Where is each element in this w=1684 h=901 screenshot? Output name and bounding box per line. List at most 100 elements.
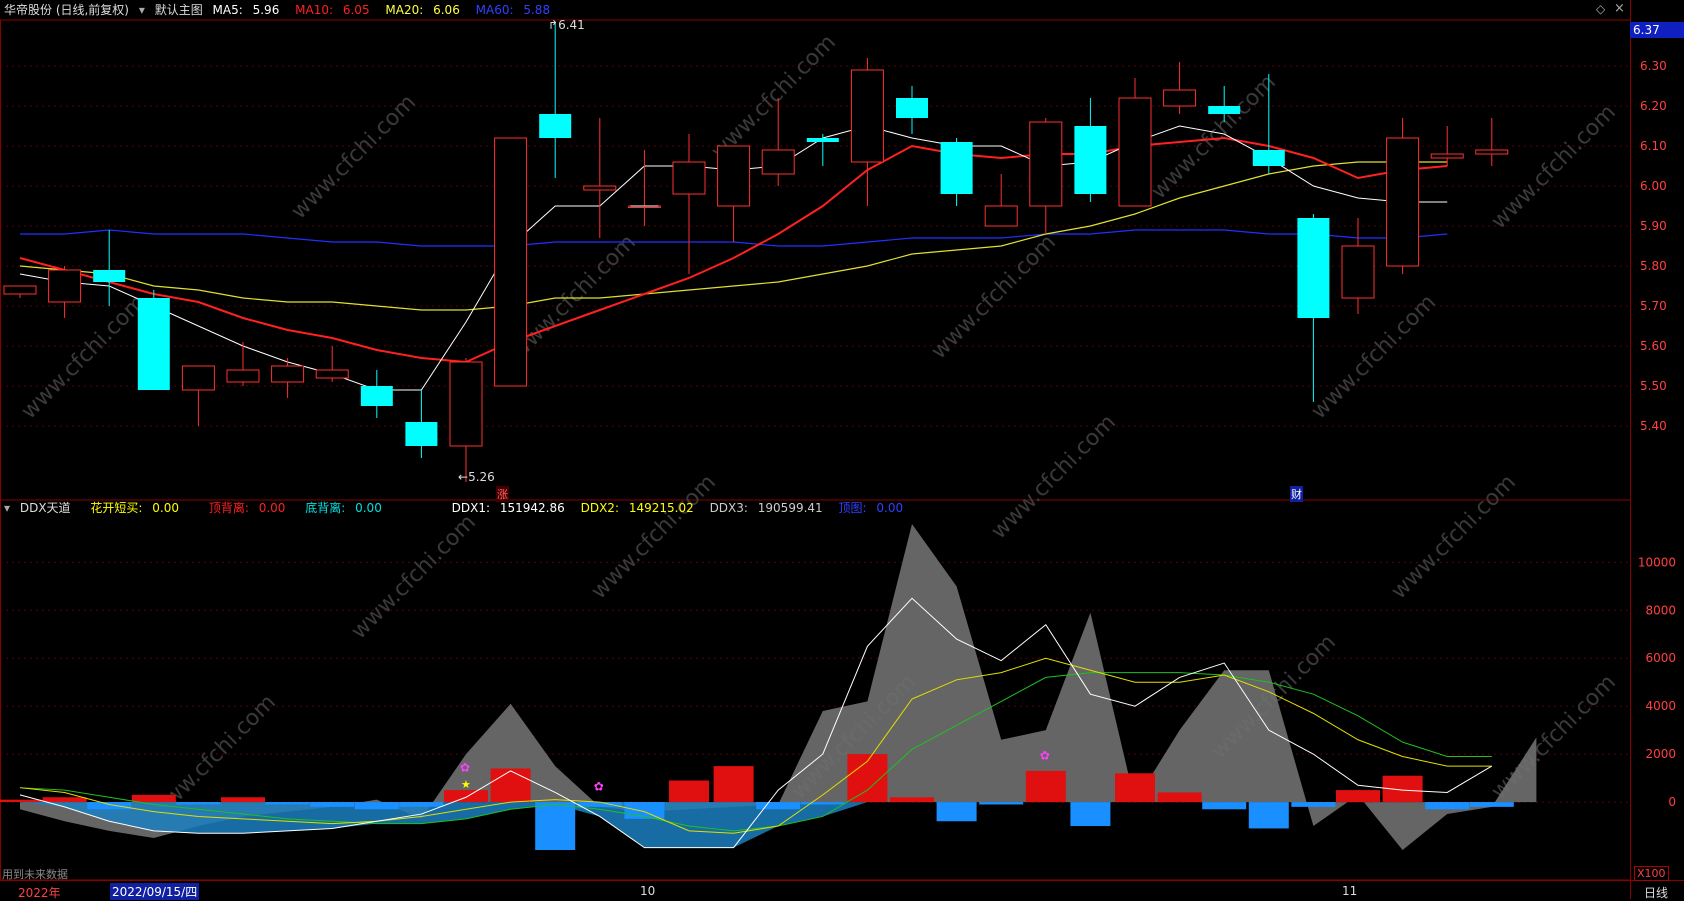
ddx1-legend: DDX1: 151942.86	[451, 501, 565, 515]
flower-marker: ✿	[594, 779, 604, 793]
ddx-negative-bar	[1248, 802, 1289, 829]
price-tick-label: 6.00	[1640, 179, 1667, 193]
ddx-positive-bar	[669, 780, 709, 803]
diamond-icon[interactable]: ◇	[1596, 2, 1605, 16]
chart-canvas[interactable]: 6.30 6.20 6.10 6.00 5.90 5.80 5.70 5.60 5.50 5.40…	[0, 0, 1684, 899]
candle-body-down	[539, 114, 572, 138]
top-divergence-legend: 顶背离: 0.00	[208, 501, 286, 515]
star-marker: ★	[461, 778, 471, 791]
ddx-positive-bar	[221, 797, 265, 803]
candle-body-down	[806, 138, 839, 142]
ddx-positive-bar	[1157, 792, 1202, 803]
low-price-annotation: ←5.26	[458, 470, 495, 484]
ddx-tick-label: 0	[1668, 795, 1676, 809]
ddx-positive-bar	[0, 799, 42, 803]
stock-title: 华帝股份 (日线,前复权)	[4, 3, 129, 17]
candle-body-down	[360, 386, 393, 406]
candle-body-up	[494, 137, 528, 387]
watermark-text: www.cfchi.com	[347, 510, 481, 644]
watermark-text: www.cfchi.com	[1387, 470, 1521, 604]
limit-up-tag[interactable]: 涨	[496, 486, 509, 502]
price-tick-label: 5.50	[1640, 379, 1667, 393]
flower-buy-legend: 花开短买: 0.00	[90, 501, 179, 515]
indicator-name[interactable]: DDX天道	[20, 501, 71, 515]
price-tick-label: 5.60	[1640, 339, 1667, 353]
watermark-text: www.cfchi.com	[587, 470, 721, 604]
candle-body-up	[271, 365, 305, 383]
candle-body-up	[1386, 137, 1420, 267]
ddx-negative-bar	[800, 802, 845, 805]
price-tick-label: 5.40	[1640, 419, 1667, 433]
ddx-negative-bar	[87, 802, 132, 810]
top-chart-legend: 顶图: 0.00	[838, 501, 904, 515]
future-data-note: 用到未来数据	[2, 868, 68, 881]
candle-body-down	[137, 298, 170, 390]
ddx-negative-bar	[936, 802, 977, 822]
high-price-annotation: ↱6.41	[548, 18, 585, 32]
ddx-negative-bar	[265, 802, 310, 805]
chart-selector-icon[interactable]: ▾	[139, 3, 145, 17]
candle-body-up	[3, 285, 37, 295]
watermark-text: www.cfchi.com	[287, 90, 421, 224]
price-tick-label: 6.30	[1640, 59, 1667, 73]
ddx-negative-bar	[1425, 802, 1470, 810]
candle-body-up	[226, 369, 260, 383]
main-chart-header: 华帝股份 (日线,前复权) ▾ 默认主图 MA5: 5.96 MA10: 6.0…	[0, 0, 562, 20]
period-label[interactable]: 日线	[1644, 884, 1668, 901]
ddx-negative-bar	[310, 802, 355, 807]
ddx-negative-bar	[1291, 802, 1336, 807]
ddx-negative-bar	[1070, 802, 1111, 827]
indicator-selector-icon[interactable]: ▾	[4, 501, 10, 515]
flower-marker: ✿	[1040, 748, 1050, 762]
scale-x100-label: X100	[1634, 866, 1669, 881]
current-price-label: 6.37	[1630, 22, 1684, 38]
ddx-negative-bar	[399, 802, 444, 807]
ddx-tick-label: 6000	[1645, 651, 1676, 665]
ddx-positive-bar	[890, 797, 934, 803]
ddx-tick-label: 2000	[1645, 747, 1676, 761]
ddx-positive-bar	[1115, 773, 1155, 803]
price-tick-label: 5.90	[1640, 219, 1667, 233]
candle-body-down	[1252, 150, 1285, 166]
main-chart-label[interactable]: 默认主图	[155, 3, 203, 17]
candle-body-up	[449, 361, 483, 447]
candle-body-down	[940, 142, 973, 194]
candle-body-up	[672, 161, 706, 195]
candle-body-down	[405, 422, 438, 446]
ma5-legend: MA5: 5.96	[212, 3, 280, 17]
ma10-legend: MA10: 6.05	[295, 3, 370, 17]
candle-body-down	[1297, 218, 1330, 318]
ma20-legend: MA20: 6.06	[385, 3, 460, 17]
main-chart-frame	[0, 19, 1631, 501]
ddx-negative-bar	[176, 802, 221, 805]
candle-body-up	[583, 185, 617, 191]
candle-body-up	[181, 365, 215, 391]
month-10-label: 10	[640, 884, 656, 898]
candle-body-up	[984, 205, 1018, 227]
indicator-header: ▾ DDX天道 花开短买: 0.00 顶背离: 0.00 底背离: 0.00 D…	[0, 498, 915, 518]
candle-body-up	[1430, 153, 1464, 159]
cursor-date-label: 2022/09/15/四	[110, 883, 200, 900]
candle-body-up	[761, 149, 795, 175]
price-tick-label: 5.80	[1640, 259, 1667, 273]
ddx2-legend: DDX2: 149215.02	[580, 501, 694, 515]
ddx-negative-bar	[1469, 802, 1514, 807]
price-tick-label: 5.70	[1640, 299, 1667, 313]
flower-marker: ✿	[460, 760, 470, 774]
ddx-tick-label: 8000	[1645, 603, 1676, 617]
ddx-tick-label: 10000	[1638, 555, 1676, 569]
candle-body-down	[1208, 106, 1241, 114]
candle-body-up	[1341, 245, 1375, 299]
watermark-text: www.cfchi.com	[987, 410, 1121, 544]
close-icon[interactable]: ×	[1614, 1, 1625, 16]
ddx3-legend: DDX3: 190599.41	[709, 501, 823, 515]
ddx-negative-bar	[354, 802, 399, 810]
watermark-text: www.cfchi.com	[927, 230, 1061, 364]
ddx-negative-bar	[535, 802, 576, 851]
candle-body-down	[896, 98, 928, 118]
month-11-label: 11	[1342, 884, 1358, 898]
candle-body-up	[1475, 149, 1509, 155]
ddx-positive-bar	[713, 766, 754, 803]
finance-tag[interactable]: 财	[1290, 486, 1303, 502]
ddx-positive-bar	[1336, 790, 1380, 803]
